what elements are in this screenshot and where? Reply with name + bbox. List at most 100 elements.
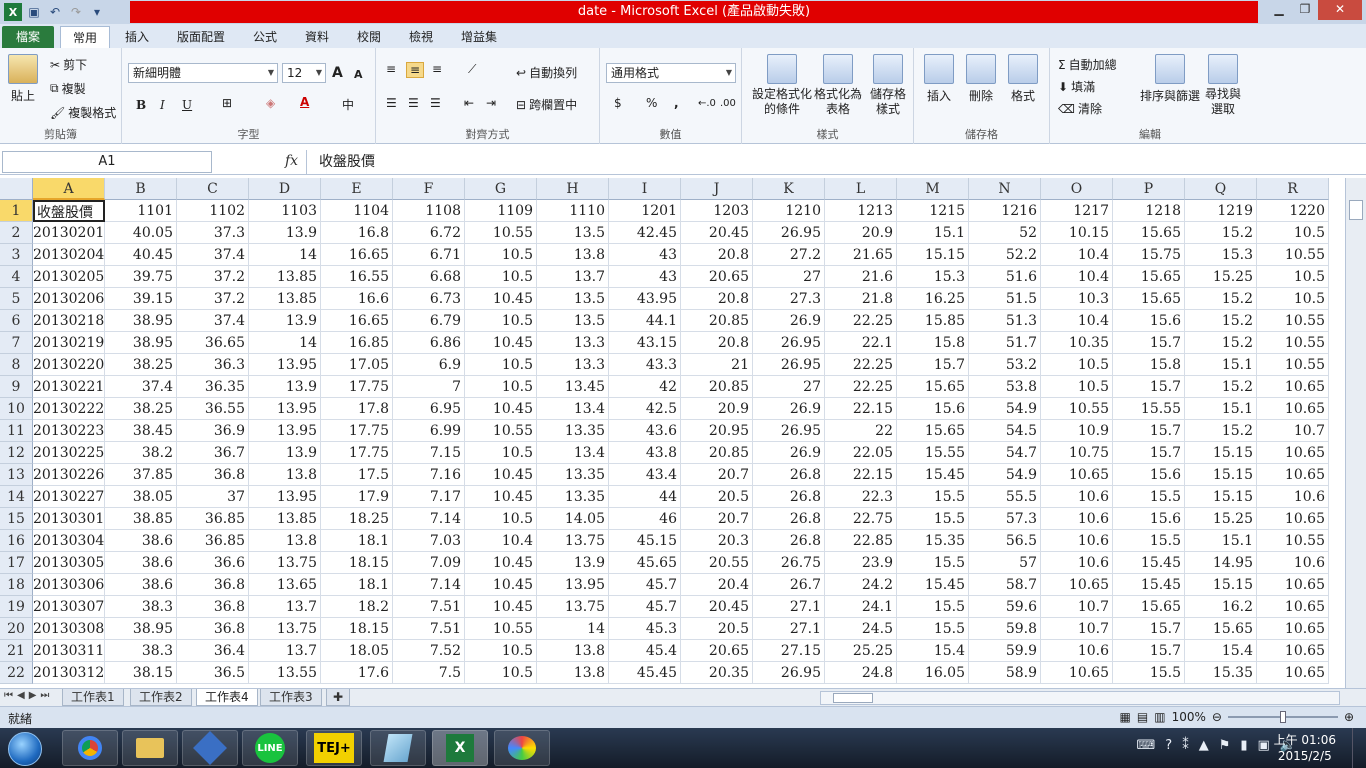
cell[interactable]: 37.4 [105,376,177,398]
shrink-font-button[interactable]: A [354,68,363,81]
select-all-corner[interactable] [0,178,33,200]
column-header[interactable]: N [969,178,1041,200]
cell[interactable]: 17.75 [321,442,393,464]
tab-review[interactable]: 校閱 [354,26,384,48]
cell[interactable]: 20130301 [33,508,105,530]
app-icon[interactable] [182,730,238,766]
cut-button[interactable]: ✂ 剪下 [50,56,87,73]
cell[interactable]: 20130312 [33,662,105,684]
cell[interactable]: 26.75 [753,552,825,574]
network-icon[interactable]: ▣ [1258,738,1270,753]
cell[interactable]: 13.55 [249,662,321,684]
cell[interactable]: 6.73 [393,288,465,310]
cell[interactable]: 7.51 [393,596,465,618]
cell[interactable]: 45.3 [609,618,681,640]
cell[interactable]: 36.9 [177,420,249,442]
cell[interactable]: 20.3 [681,530,753,552]
cell[interactable]: 26.8 [753,464,825,486]
cell[interactable]: 6.68 [393,266,465,288]
explorer-icon[interactable] [122,730,178,766]
keyboard-icon[interactable]: ⌨ [1137,738,1156,753]
cell[interactable]: 15.35 [1185,662,1257,684]
column-header[interactable]: D [249,178,321,200]
cell[interactable]: 10.75 [1041,442,1113,464]
show-hidden-icon[interactable]: ▲ [1199,738,1209,753]
cell[interactable]: 26.8 [753,508,825,530]
format-painter-button[interactable]: 🖌 複製格式 [50,104,116,121]
cell[interactable]: 10.7 [1041,618,1113,640]
cell[interactable]: 13.9 [249,376,321,398]
cell[interactable]: 1201 [609,200,681,222]
cell[interactable]: 42.45 [609,222,681,244]
cell[interactable]: 6.86 [393,332,465,354]
worksheet-grid[interactable]: A B C D E F G H I J K L M N O P Q R 1 收盤股價 1101 1102 1103 1104 1… [0,178,1345,688]
cell[interactable]: 20.65 [681,266,753,288]
find-select-button[interactable]: 尋找與選取 [1200,54,1246,117]
cell[interactable]: 20.35 [681,662,753,684]
cell[interactable]: 24.1 [825,596,897,618]
cell[interactable]: 10.6 [1041,530,1113,552]
cell[interactable]: 26.95 [753,222,825,244]
cell[interactable]: 13.95 [249,486,321,508]
cell[interactable]: 13.8 [537,662,609,684]
cell[interactable]: 20.9 [825,222,897,244]
column-header[interactable]: B [105,178,177,200]
cell[interactable]: 13.95 [249,420,321,442]
cell[interactable]: 10.45 [465,332,537,354]
cell[interactable]: 20130307 [33,596,105,618]
cell[interactable]: 54.5 [969,420,1041,442]
cell[interactable]: 15.35 [897,530,969,552]
number-format-combo[interactable]: 通用格式 ▼ [606,63,736,83]
cell[interactable]: 21.8 [825,288,897,310]
cell[interactable]: 15.7 [1113,332,1185,354]
cell[interactable]: 36.55 [177,398,249,420]
cell[interactable]: 15.25 [1185,266,1257,288]
cell[interactable]: 15.6 [897,398,969,420]
cell[interactable]: 38.15 [105,662,177,684]
cell[interactable]: 15.4 [897,640,969,662]
horizontal-scrollbar[interactable] [820,691,1340,705]
cell[interactable]: 13.8 [249,464,321,486]
fill-color-icon[interactable]: ◈ [266,96,275,110]
cell[interactable]: 43.4 [609,464,681,486]
cell[interactable]: 22.85 [825,530,897,552]
prev-sheet-icon[interactable]: ◀ [17,690,25,701]
cell[interactable]: 37.2 [177,288,249,310]
cell[interactable]: 20.4 [681,574,753,596]
cell[interactable]: 1108 [393,200,465,222]
percent-button[interactable]: % [646,96,657,110]
save-icon[interactable]: ▣ [25,3,43,21]
cell[interactable]: 15.45 [897,574,969,596]
cell[interactable]: 45.7 [609,596,681,618]
cell[interactable]: 26.8 [753,486,825,508]
cell[interactable]: 36.85 [177,530,249,552]
cell[interactable]: 13.9 [537,552,609,574]
cell[interactable]: 26.8 [753,530,825,552]
cell[interactable]: 15.65 [1185,618,1257,640]
cell[interactable]: 15.15 [1185,464,1257,486]
cell[interactable]: 38.85 [105,508,177,530]
delete-cells-button[interactable]: 刪除 [966,54,996,104]
column-header[interactable]: P [1113,178,1185,200]
cell[interactable]: 7.17 [393,486,465,508]
cell[interactable]: 17.75 [321,420,393,442]
cell[interactable]: 21 [681,354,753,376]
cell[interactable]: 15.55 [1113,398,1185,420]
close-icon[interactable]: ✕ [1318,0,1362,20]
sort-filter-button[interactable]: 排序與篩選 [1140,54,1200,104]
cell[interactable]: 36.6 [177,552,249,574]
cell[interactable]: 15.6 [1113,310,1185,332]
font-size-combo[interactable]: 12 ▼ [282,63,326,83]
cell[interactable]: 18.1 [321,574,393,596]
cell[interactable]: 13.35 [537,464,609,486]
ime-icon[interactable]: ⁑ [1182,738,1189,753]
align-bottom-icon[interactable]: ≡ [432,62,442,76]
comma-button[interactable]: , [674,96,679,110]
cell[interactable]: 20.7 [681,464,753,486]
cell[interactable]: 10.5 [1257,222,1329,244]
cell-styles-button[interactable]: 儲存格樣式 [866,54,910,117]
cell[interactable]: 18.15 [321,618,393,640]
column-header[interactable]: F [393,178,465,200]
cell[interactable]: 16.55 [321,266,393,288]
cell[interactable]: 17.75 [321,376,393,398]
